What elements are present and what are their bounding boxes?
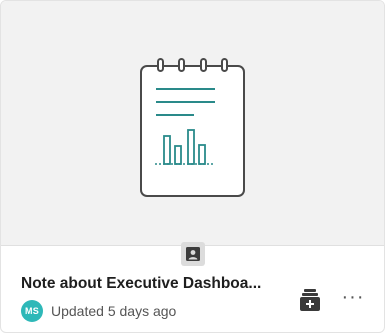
person-badge-icon: [181, 242, 205, 266]
card-title[interactable]: Note about Executive Dashboa...: [21, 275, 291, 293]
more-options-button[interactable]: ···: [337, 285, 369, 309]
more-options-icon: ···: [341, 286, 365, 308]
card-meta: MS Updated 5 days ago: [21, 300, 176, 322]
card-thumbnail[interactable]: [1, 1, 384, 246]
owner-avatar: MS: [21, 300, 43, 322]
notepad-chart-icon: [140, 58, 245, 197]
updated-timestamp: Updated 5 days ago: [51, 303, 177, 319]
add-to-collection-button[interactable]: [297, 287, 325, 313]
add-to-collection-icon: [300, 289, 320, 311]
note-card[interactable]: Note about Executive Dashboa... MS Updat…: [0, 0, 385, 333]
